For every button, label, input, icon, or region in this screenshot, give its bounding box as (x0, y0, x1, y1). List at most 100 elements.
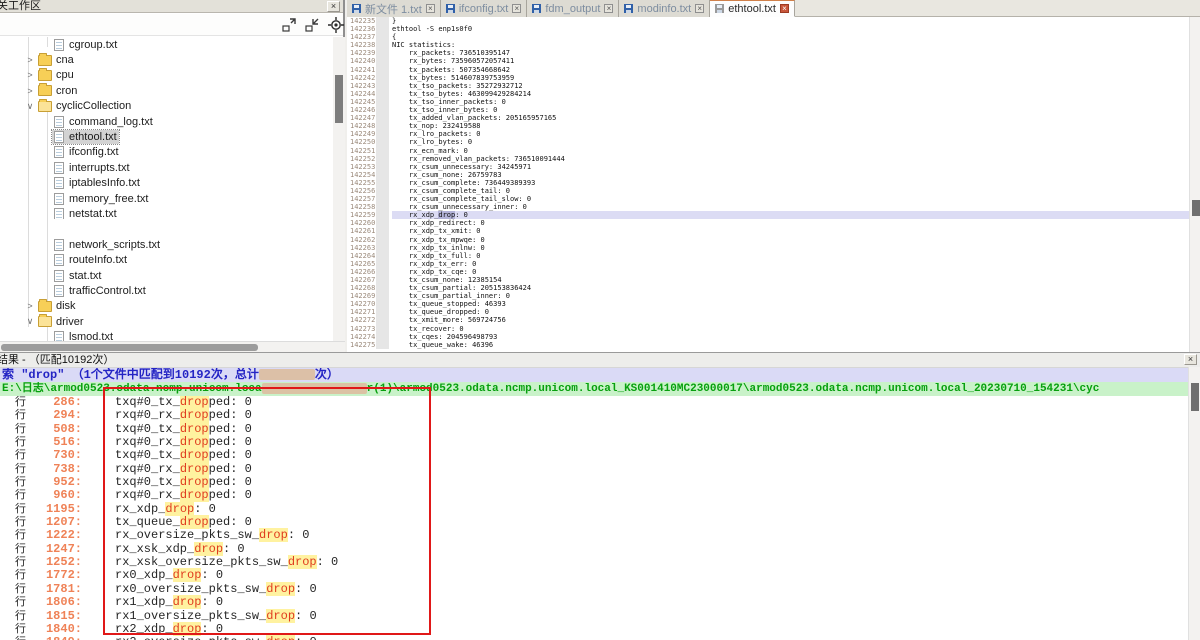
editor-line[interactable]: 142261 rx_xdp_tx_xmit: 0 (347, 227, 1189, 235)
editor-line-current[interactable]: 142259 rx_xdp_drop: 0 (347, 211, 1189, 219)
chevron-down-icon[interactable]: ∨ (24, 316, 36, 327)
editor-line[interactable]: 142273 tx_recover: 0 (347, 325, 1189, 333)
tab-close-icon[interactable]: × (695, 4, 704, 13)
chevron-right-icon[interactable]: > (24, 301, 36, 311)
result-row[interactable]: 行960:rxq#0_rx_dropped: 0 (0, 489, 1188, 502)
result-row[interactable]: 行1772:rx0_xdp_drop: 0 (0, 569, 1188, 582)
editor-line[interactable]: 142237{ (347, 33, 1189, 41)
tree-item-hit-area[interactable]: cyclicCollection (36, 99, 133, 113)
editor-line[interactable]: 142243 tx_tso_packets: 35272932712 (347, 82, 1189, 90)
editor-vertical-scrollbar-thumb[interactable] (1192, 200, 1200, 216)
result-row[interactable]: 行952:txq#0_tx_dropped: 0 (0, 476, 1188, 489)
result-row[interactable]: 行1207:tx_queue_dropped: 0 (0, 516, 1188, 529)
editor-line[interactable]: 142250 rx_lro_bytes: 0 (347, 138, 1189, 146)
result-row[interactable]: 行1815:rx1_oversize_pkts_sw_drop: 0 (0, 610, 1188, 623)
editor-line[interactable]: 142260 rx_xdp_redirect: 0 (347, 219, 1189, 227)
editor-line[interactable]: 142248 tx_nop: 232419588 (347, 122, 1189, 130)
result-row[interactable]: 行286:txq#0_tx_dropped: 0 (0, 396, 1188, 409)
tree-item-driver[interactable]: ∨driver (0, 314, 332, 329)
editor-line[interactable]: 142239 rx_packets: 736510395147 (347, 49, 1189, 57)
result-row[interactable]: 行516:rxq#0_rx_dropped: 0 (0, 436, 1188, 449)
editor-line[interactable]: 142269 tx_csum_partial_inner: 0 (347, 292, 1189, 300)
editor-line[interactable]: 142263 rx_xdp_tx_inlnw: 0 (347, 244, 1189, 252)
tree-item-hit-area[interactable]: routeInfo.txt (52, 253, 129, 267)
tree-vertical-scrollbar-thumb[interactable] (335, 75, 343, 123)
tree-item-hit-area[interactable]: stat.txt (52, 269, 103, 283)
tab-ifconfig.txt[interactable]: ifconfig.txt× (441, 0, 528, 17)
result-row[interactable]: 行1849:rx2_oversize_pkts_sw_drop: 0 (0, 636, 1188, 640)
editor-line[interactable]: 142257 rx_csum_complete_tail_slow: 0 (347, 195, 1189, 203)
tab-close-icon[interactable]: × (604, 4, 613, 13)
editor-line[interactable]: 142246 tx_tso_inner_bytes: 0 (347, 106, 1189, 114)
editor-line[interactable]: 142270 tx_queue_stopped: 46393 (347, 300, 1189, 308)
tree-item-hit-area[interactable]: command_log.txt (52, 115, 155, 129)
tree-item-hit-area[interactable]: ethtool.txt (52, 130, 119, 144)
editor-line[interactable]: 142267 tx_csum_none: 12385154 (347, 276, 1189, 284)
editor-line[interactable]: 142236ethtool -S enp1s0f0 (347, 25, 1189, 33)
editor-content[interactable]: 142235}142236ethtool -S enp1s0f0142237{1… (347, 17, 1189, 352)
workspace-close-icon[interactable]: × (327, 1, 340, 12)
result-row[interactable]: 行1840:rx2_xdp_drop: 0 (0, 623, 1188, 636)
editor-line[interactable]: 142240 rx_bytes: 735960572057411 (347, 57, 1189, 65)
tree-item-hit-area[interactable]: cgroup.txt (52, 38, 119, 52)
search-query-line[interactable]: 索 "drop" （1个文件中匹配到10192次，总计次） (0, 368, 1188, 382)
result-row[interactable]: 行1781:rx0_oversize_pkts_sw_drop: 0 (0, 583, 1188, 596)
editor-line[interactable]: 142275 tx_queue_wake: 46396 (347, 341, 1189, 349)
editor-line[interactable]: 142242 tx_bytes: 514607839753959 (347, 74, 1189, 82)
editor-line[interactable]: 142247 tx_added_vlan_packets: 2051659571… (347, 114, 1189, 122)
tree-horizontal-scrollbar-thumb[interactable] (1, 344, 258, 351)
tree-item-iptablesInfo.txt[interactable]: iptablesInfo.txt (0, 176, 332, 191)
tree-item-hit-area[interactable]: cron (36, 84, 79, 98)
result-row[interactable]: 行1247:rx_xsk_xdp_drop: 0 (0, 543, 1188, 556)
editor-line[interactable]: 142258 rx_csum_unnecessary_inner: 0 (347, 203, 1189, 211)
tab-ethtool.txt[interactable]: ethtool.txt× (710, 0, 795, 17)
editor-line[interactable]: 142255 rx_csum_complete: 736449389393 (347, 179, 1189, 187)
editor-line[interactable]: 142265 rx_xdp_tx_err: 0 (347, 260, 1189, 268)
editor-line[interactable]: 142272 tx_xmit_more: 569724756 (347, 316, 1189, 324)
tree-item-hit-area[interactable]: ifconfig.txt (52, 145, 121, 159)
editor-line[interactable]: 142264 rx_xdp_tx_full: 0 (347, 252, 1189, 260)
tree-item-stat.txt[interactable]: stat.txt (0, 268, 332, 283)
tree-item-cna[interactable]: >cna (0, 52, 332, 67)
chevron-right-icon[interactable]: > (24, 70, 36, 80)
tree-item-disk[interactable]: >disk (0, 299, 332, 314)
tree-item-hit-area[interactable]: trafficControl.txt (52, 284, 148, 298)
tree-item-hit-area[interactable]: network_scripts.txt (52, 238, 162, 252)
editor-line[interactable]: 142254 rx_csum_none: 26759783 (347, 171, 1189, 179)
editor-line[interactable]: 142256 rx_csum_complete_tail: 0 (347, 187, 1189, 195)
result-row[interactable]: 行730:txq#0_tx_dropped: 0 (0, 449, 1188, 462)
tree-item-cgroup.txt[interactable]: cgroup.txt (0, 37, 332, 52)
result-row[interactable]: 行1806:rx1_xdp_drop: 0 (0, 596, 1188, 609)
tree-item-cron[interactable]: >cron (0, 83, 332, 98)
tree-item-command_log.txt[interactable]: command_log.txt (0, 114, 332, 129)
tab-modinfo.txt[interactable]: modinfo.txt× (619, 0, 710, 17)
tree-item-ifconfig.txt[interactable]: ifconfig.txt (0, 145, 332, 160)
chevron-down-icon[interactable]: ∨ (24, 101, 36, 112)
editor-line[interactable]: 142252 rx_removed_vlan_packets: 73651009… (347, 155, 1189, 163)
editor-line[interactable]: 142253 rx_csum_unnecessary: 34245971 (347, 163, 1189, 171)
tree-item-trafficControl.txt[interactable]: trafficControl.txt (0, 283, 332, 298)
tree-item-ethtool.txt[interactable]: ethtool.txt (0, 129, 332, 144)
tree-item-memory_free.txt[interactable]: memory_free.txt (0, 191, 332, 206)
result-row[interactable]: 行1222:rx_oversize_pkts_sw_drop: 0 (0, 529, 1188, 542)
editor-line[interactable]: 142266 rx_xdp_tx_cqe: 0 (347, 268, 1189, 276)
tree-item-hit-area[interactable]: interrupts.txt (52, 161, 132, 175)
tree-item-hit-area[interactable]: memory_free.txt (52, 192, 150, 206)
tree-item-hit-area[interactable]: cna (36, 53, 76, 67)
tab--1.txt[interactable]: 新文件 1.txt× (347, 0, 441, 17)
editor-line[interactable]: 142274 tx_cqes: 204596498793 (347, 333, 1189, 341)
editor-line[interactable]: 142244 tx_tso_bytes: 463099429284214 (347, 90, 1189, 98)
tree-item-hit-area[interactable]: cpu (36, 68, 76, 82)
tree-item-hit-area[interactable]: iptablesInfo.txt (52, 176, 142, 190)
tree-item-cyclicCollection[interactable]: ∨cyclicCollection (0, 99, 332, 114)
editor-line[interactable]: 142235} (347, 17, 1189, 25)
results-close-icon[interactable]: × (1184, 354, 1197, 365)
tab-close-icon[interactable]: × (512, 4, 521, 13)
tree-item-hit-area[interactable]: disk (36, 299, 78, 313)
editor-line[interactable]: 142238NIC statistics: (347, 41, 1189, 49)
editor-line[interactable]: 142245 tx_tso_inner_packets: 0 (347, 98, 1189, 106)
result-row[interactable]: 行508:txq#0_tx_dropped: 0 (0, 423, 1188, 436)
tree-item-cpu[interactable]: >cpu (0, 68, 332, 83)
results-vertical-scrollbar-thumb[interactable] (1191, 383, 1199, 411)
tree-item-network_scripts.txt[interactable]: network_scripts.txt (0, 237, 332, 252)
